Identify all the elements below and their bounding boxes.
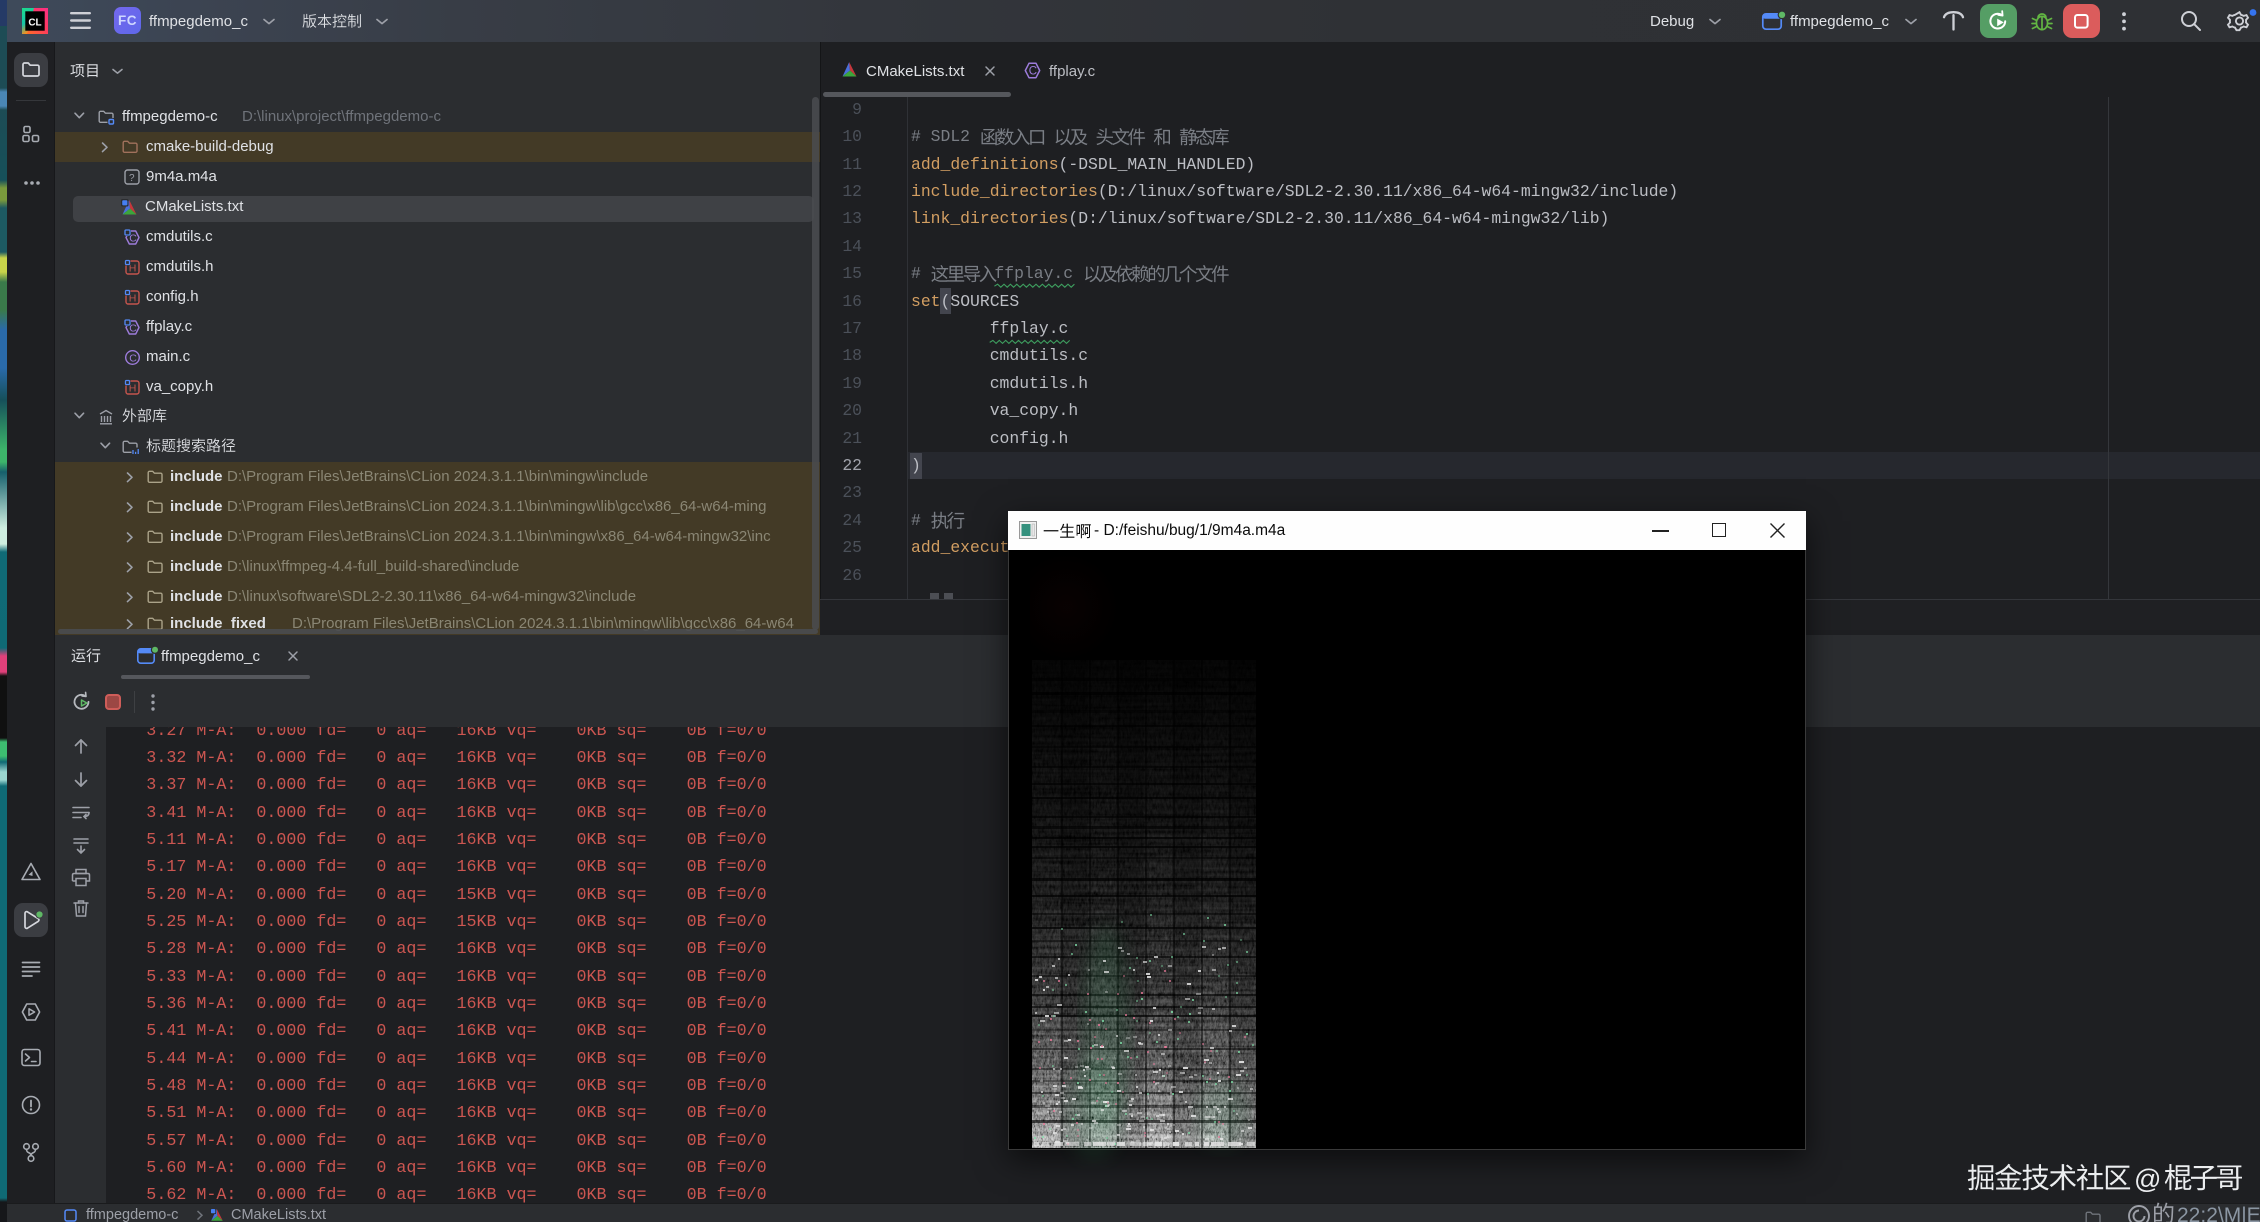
svg-text:@: @ [2134,1164,2161,1194]
